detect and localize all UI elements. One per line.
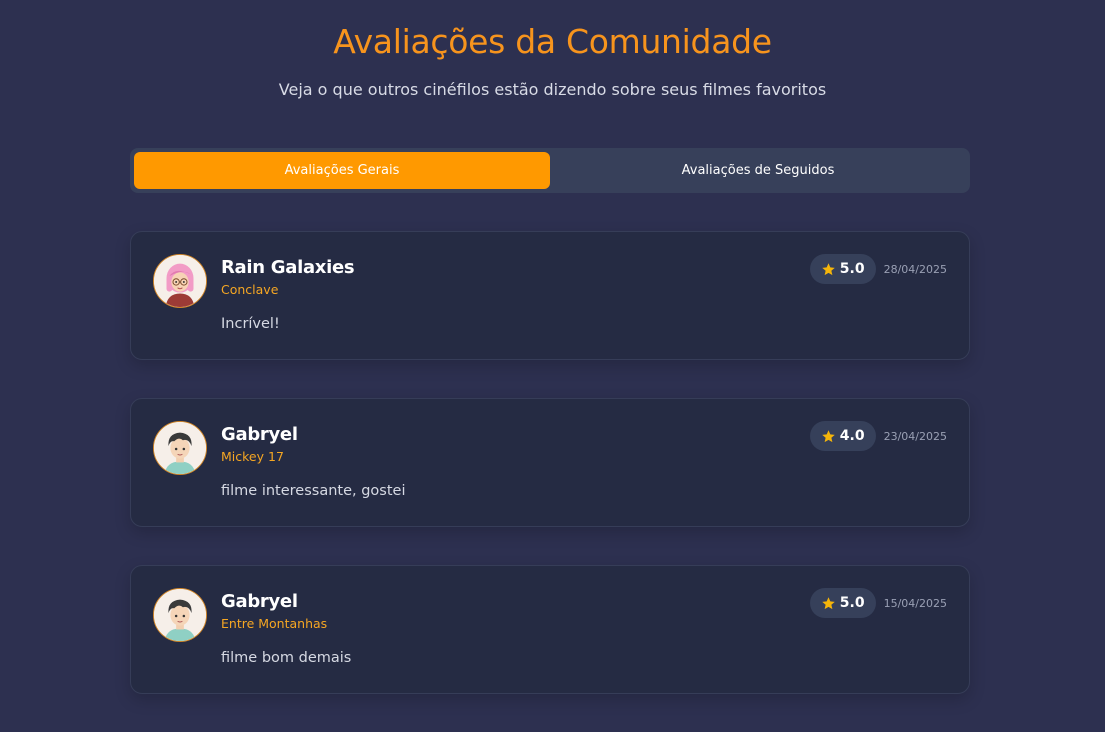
tab-general-reviews[interactable]: Avaliações Gerais [134,152,550,189]
rating-value: 5.0 [839,261,865,277]
page-subtitle: Veja o que outros cinéfilos estão dizend… [278,80,827,99]
review-comment: filme interessante, gostei [221,483,406,499]
avatar-girl-pink-hair-glasses-icon [154,255,206,307]
review-meta: 5.0 28/04/2025 [809,254,947,284]
review-comment: filme bom demais [221,650,352,666]
user-avatar[interactable] [153,254,207,308]
rating-value: 4.0 [839,428,865,444]
review-movie-title[interactable]: Conclave [221,282,278,297]
review-date: 28/04/2025 [883,262,947,276]
rating-badge: 5.0 [809,254,876,284]
avatar-boy-dark-hair-icon [154,422,206,474]
review-date: 15/04/2025 [883,596,947,610]
star-icon [822,262,835,275]
user-avatar[interactable] [153,421,207,475]
star-icon [822,429,835,442]
star-icon [822,596,835,609]
review-date: 23/04/2025 [883,429,947,443]
review-tabs: Avaliações Gerais Avaliações de Seguidos [130,148,970,193]
review-user-name[interactable]: Rain Galaxies [221,257,355,278]
avatar-boy-dark-hair-icon [154,589,206,641]
rating-badge: 4.0 [809,421,876,451]
review-list: Rain Galaxies Conclave Incrível! 5.0 28/… [130,231,970,732]
rating-value: 5.0 [839,595,865,611]
review-movie-title[interactable]: Entre Montanhas [221,616,327,631]
tab-following-reviews[interactable]: Avaliações de Seguidos [550,152,966,189]
review-user-name[interactable]: Gabryel [221,424,298,445]
review-card: Gabryel Mickey 17 filme interessante, go… [130,398,970,527]
review-user-name[interactable]: Gabryel [221,591,298,612]
review-comment: Incrível! [221,316,280,332]
rating-badge: 5.0 [809,588,876,618]
review-meta: 4.0 23/04/2025 [809,421,947,451]
user-avatar[interactable] [153,588,207,642]
page-title: Avaliações da Comunidade [333,22,772,61]
review-card: Gabryel Entre Montanhas filme bom demais… [130,565,970,694]
review-movie-title[interactable]: Mickey 17 [221,449,284,464]
review-card: Rain Galaxies Conclave Incrível! 5.0 28/… [130,231,970,360]
review-meta: 5.0 15/04/2025 [809,588,947,618]
